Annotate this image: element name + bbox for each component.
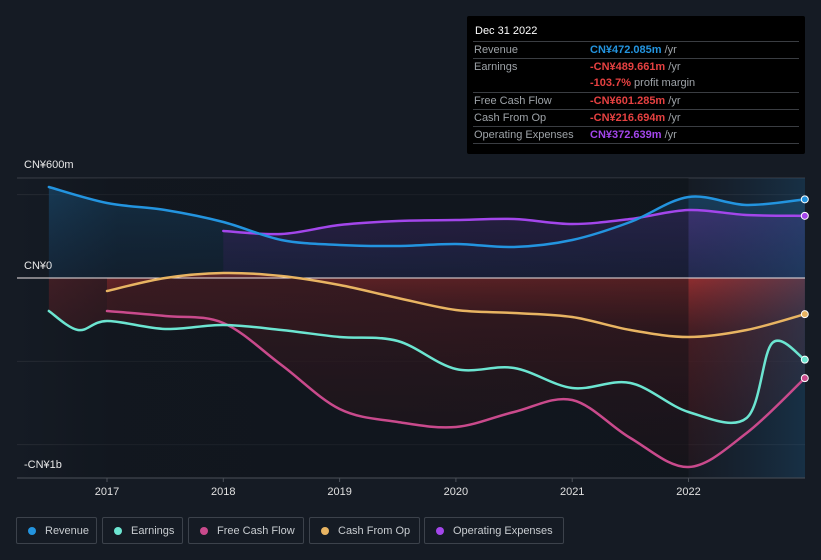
tooltip-date: Dec 31 2022 <box>475 25 538 37</box>
tooltip-row: Operating Expenses CN¥372.639m /yr <box>473 126 799 144</box>
tooltip-row: Revenue CN¥472.085m /yr <box>473 41 799 59</box>
end-dot-free-cash-flow <box>800 374 809 383</box>
tooltip-divider <box>473 143 799 144</box>
tooltip-value: CN¥372.639m /yr <box>590 129 677 141</box>
y-tick-label-1b: -CN¥1b <box>24 459 62 471</box>
x-tick-label: 2018 <box>211 486 235 498</box>
tooltip-label: Revenue <box>474 44 519 56</box>
end-dot-operating-expenses <box>800 211 809 220</box>
tooltip-unit: /yr <box>665 95 681 107</box>
legend-label: Operating Expenses <box>453 524 553 537</box>
legend-item-free-cash-flow[interactable]: Free Cash Flow <box>188 517 304 544</box>
tooltip-unit: profit margin <box>630 77 696 89</box>
legend-item-operating-expenses[interactable]: Operating Expenses <box>424 517 564 544</box>
tooltip-value: -CN¥489.661m /yr <box>590 61 681 73</box>
tooltip-value: -CN¥601.285m /yr <box>590 95 681 107</box>
tooltip-unit: /yr <box>665 61 681 73</box>
tooltip-row: -103.7% profit margin <box>473 75 799 92</box>
legend-dot-icon <box>436 526 444 535</box>
tooltip-unit: /yr <box>661 129 677 141</box>
tooltip-row: Earnings -CN¥489.661m /yr <box>473 58 799 76</box>
tooltip-label: Cash From Op <box>474 112 547 124</box>
tooltip-row: Free Cash Flow -CN¥601.285m /yr <box>473 92 799 110</box>
end-dot-revenue <box>800 195 809 204</box>
tooltip: Dec 31 2022 Revenue CN¥472.085m /yr Earnin… <box>467 16 805 154</box>
end-dot-cash-from-op <box>800 310 809 319</box>
x-tick-label: 2020 <box>444 486 468 498</box>
x-tick-label: 2022 <box>676 486 700 498</box>
tooltip-row: Cash From Op -CN¥216.694m /yr <box>473 109 799 127</box>
legend-dot-icon <box>200 526 208 535</box>
x-tick-label: 2019 <box>327 486 351 498</box>
tooltip-value: -CN¥216.694m /yr <box>590 112 681 124</box>
legend-label: Free Cash Flow <box>217 524 295 537</box>
legend-item-earnings[interactable]: Earnings <box>102 517 183 544</box>
legend-label: Earnings <box>131 524 175 537</box>
tooltip-label: Earnings <box>474 61 518 73</box>
tooltip-value: CN¥472.085m /yr <box>590 44 677 56</box>
tooltip-label: Free Cash Flow <box>474 95 552 107</box>
x-axis: 2017 2018 2019 2020 2021 2022 <box>17 477 805 498</box>
legend-label: Revenue <box>45 524 90 537</box>
legend-label: Cash From Op <box>338 524 411 537</box>
tooltip-unit: /yr <box>665 112 681 124</box>
legend-item-revenue[interactable]: Revenue <box>16 517 97 544</box>
end-dot-earnings <box>800 355 809 364</box>
y-tick-label-0: CN¥0 <box>24 260 53 272</box>
legend-dot-icon <box>321 526 329 535</box>
tooltip-label: Operating Expenses <box>474 129 574 141</box>
legend-dot-icon <box>28 526 36 535</box>
x-tick-label: 2017 <box>95 486 119 498</box>
tooltip-unit: /yr <box>661 44 677 56</box>
legend-dot-icon <box>114 526 122 535</box>
legend-item-cash-from-op[interactable]: Cash From Op <box>309 517 420 544</box>
tooltip-value: -103.7% profit margin <box>590 77 696 89</box>
x-tick-label: 2021 <box>560 486 584 498</box>
y-tick-label-600m: CN¥600m <box>24 159 74 171</box>
